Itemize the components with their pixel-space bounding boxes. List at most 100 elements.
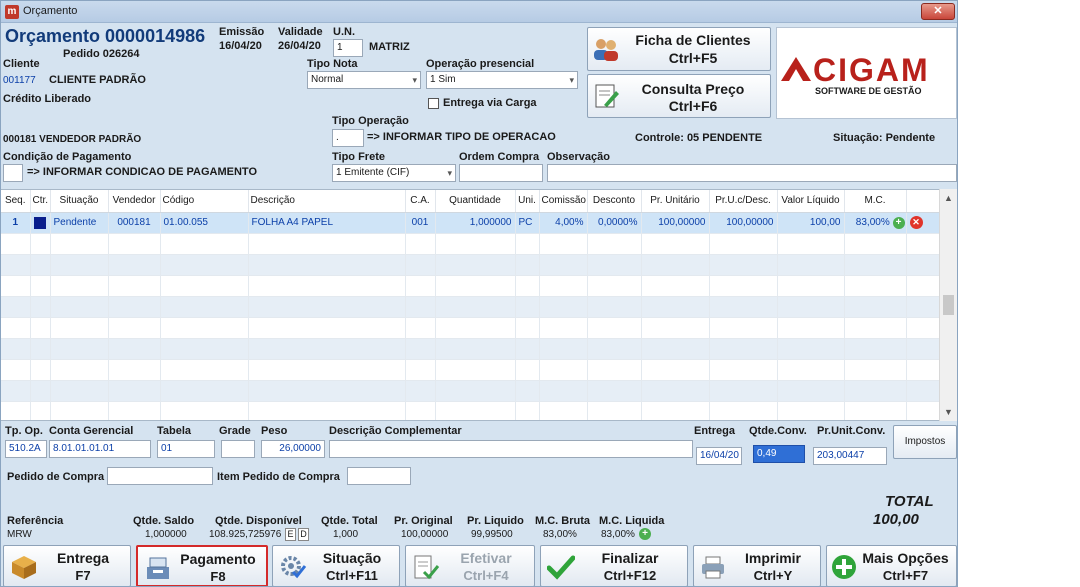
un-input[interactable]: 1 — [333, 39, 363, 57]
table-row — [1, 254, 940, 276]
cell-pr-uc-desc: 100,00000 — [709, 212, 778, 234]
cliente-code[interactable]: 001177 — [3, 75, 36, 86]
pr-liquido-label: Pr. Liquido — [467, 515, 524, 527]
impostos-button[interactable]: Impostos — [893, 425, 957, 459]
cell-descricao: FOLHA A4 PAPEL — [248, 212, 406, 234]
item-pedido-compra-label: Item Pedido de Compra — [217, 471, 340, 483]
col-vendedor[interactable]: Vendedor — [108, 190, 161, 213]
grid-scrollbar[interactable]: ▲ ▼ — [939, 189, 957, 421]
col-desconto[interactable]: Desconto — [587, 190, 642, 213]
delete-row-icon[interactable]: ✕ — [909, 216, 923, 229]
scroll-thumb[interactable] — [943, 295, 954, 315]
pr-unit-conv-input[interactable]: 203,00447 — [813, 447, 887, 465]
entrega-input[interactable]: 16/04/20 — [696, 447, 742, 465]
logo-text: CIGAM — [813, 52, 930, 88]
col-descricao[interactable]: Descrição — [248, 190, 406, 213]
col-comissao[interactable]: Comissão — [539, 190, 588, 213]
box-icon — [12, 556, 36, 579]
col-uni[interactable]: Uni. — [515, 190, 540, 213]
tp-op-label: Tp. Op. — [5, 425, 43, 437]
grade-input[interactable] — [221, 440, 255, 458]
validade-value: 26/04/20 — [278, 40, 321, 52]
ficha-clientes-button[interactable]: Ficha de Clientes Ctrl+F5 — [587, 27, 771, 71]
e-button[interactable]: E — [285, 528, 296, 541]
operacao-presencial-value: 1 Sim — [430, 74, 456, 85]
operacao-presencial-select[interactable]: 1 Sim ▾ — [426, 71, 578, 89]
table-row[interactable]: 1 Pendente 000181 01.00.055 FOLHA A4 PAP… — [1, 212, 940, 234]
entrega-carga-checkbox[interactable] — [428, 98, 439, 109]
conta-gerencial-input[interactable]: 8.01.01.01.01 — [49, 440, 151, 458]
close-button[interactable]: ✕ — [921, 3, 955, 20]
finalizar-button[interactable]: Finalizar Ctrl+F12 — [540, 545, 688, 586]
qtde-total-label: Qtde. Total — [321, 515, 378, 527]
peso-label: Peso — [261, 425, 288, 437]
cliente-label: Cliente — [3, 58, 40, 70]
descricao-complementar-label: Descrição Complementar — [329, 425, 462, 437]
qtde-conv-input[interactable]: 0,49 — [753, 445, 805, 463]
pr-original-value: 100,00000 — [401, 529, 449, 540]
entrega-button[interactable]: Entrega F7 — [3, 545, 131, 586]
mc-liquida-label: M.C. Liquida — [599, 515, 665, 527]
condicao-pagamento-input[interactable] — [3, 164, 23, 182]
qtde-disponivel-label: Qtde. Disponível — [215, 515, 302, 527]
chevron-down-icon: ▾ — [447, 168, 452, 178]
orcamento-number: Orçamento 0000014986 — [5, 26, 206, 46]
pagamento-button[interactable]: Pagamento F8 — [136, 545, 268, 586]
pedido-compra-input[interactable] — [107, 467, 213, 485]
tabela-label: Tabela — [157, 425, 192, 437]
table-row — [1, 380, 940, 402]
condicao-pagamento-msg: => INFORMAR CONDICAO DE PAGAMENTO — [27, 166, 257, 178]
cell-ctr[interactable] — [30, 212, 51, 234]
tipo-operacao-input[interactable]: . — [332, 129, 364, 147]
cell-valor-liquido: 100,00 — [777, 212, 845, 234]
consulta-line1: Consulta Preço — [641, 81, 745, 97]
un-label: U.N. — [333, 26, 355, 38]
chevron-down-icon: ▾ — [569, 75, 574, 85]
cliente-name: CLIENTE PADRÃO — [49, 74, 146, 86]
consulta-preco-button[interactable]: Consulta Preço Ctrl+F6 — [587, 74, 771, 118]
col-seq[interactable]: Seq. — [1, 190, 31, 213]
col-quantidade[interactable]: Quantidade — [435, 190, 516, 213]
scroll-down-icon[interactable]: ▼ — [944, 407, 953, 417]
plus-circle-icon[interactable]: + — [892, 216, 905, 229]
cell-quantidade: 1,000000 — [435, 212, 516, 234]
descricao-complementar-input[interactable] — [329, 440, 693, 458]
pedido-compra-label: Pedido de Compra — [7, 471, 105, 483]
col-pr-uc-desc[interactable]: Pr.U.c/Desc. — [709, 190, 778, 213]
situacao-button[interactable]: Situação Ctrl+F11 — [272, 545, 400, 586]
cell-pr-unitario: 100,00000 — [641, 212, 710, 234]
item-pedido-compra-input[interactable] — [347, 467, 411, 485]
d-button[interactable]: D — [298, 528, 309, 541]
cell-desconto: 0,0000% — [587, 212, 642, 234]
col-ca[interactable]: C.A. — [405, 190, 436, 213]
efetivar-button[interactable]: Efetivar Ctrl+F4 — [405, 545, 535, 586]
col-ctr[interactable]: Ctr. — [30, 190, 51, 213]
cash-register-icon — [147, 557, 169, 579]
tabela-input[interactable]: 01 — [157, 440, 215, 458]
mais-opcoes-button[interactable]: Mais Opções Ctrl+F7 — [826, 545, 957, 586]
mc-bruta-value: 83,00% — [543, 529, 577, 540]
scroll-up-icon[interactable]: ▲ — [944, 193, 953, 203]
col-pr-unitario[interactable]: Pr. Unitário — [641, 190, 710, 213]
col-codigo[interactable]: Código — [160, 190, 249, 213]
checkmark-icon — [547, 555, 575, 580]
peso-input[interactable]: 26,00000 — [261, 440, 325, 458]
qtde-saldo-value: 1,000000 — [145, 529, 187, 540]
mais-opcoes-label: Mais Opções — [862, 550, 949, 566]
observacao-input[interactable] — [547, 164, 957, 182]
tipo-nota-value: Normal — [311, 74, 344, 85]
ordem-compra-input[interactable] — [459, 164, 543, 182]
tp-op-input[interactable]: 510.2A — [5, 440, 47, 458]
emissao-label: Emissão — [219, 26, 265, 38]
plus-circle-icon[interactable]: + — [639, 528, 651, 540]
tipo-nota-select[interactable]: Normal ▾ — [307, 71, 421, 89]
grade-label: Grade — [219, 425, 251, 437]
col-mc[interactable]: M.C. — [844, 190, 907, 213]
controle-status: Controle: 05 PENDENTE — [635, 132, 763, 144]
col-valor-liquido[interactable]: Valor Líquido — [777, 190, 845, 213]
imprimir-button[interactable]: Imprimir Ctrl+Y — [693, 545, 821, 586]
table-row — [1, 296, 940, 318]
tipo-frete-select[interactable]: 1 Emitente (CIF) ▾ — [332, 164, 456, 182]
table-row — [1, 317, 940, 339]
col-situacao[interactable]: Situação — [50, 190, 109, 213]
